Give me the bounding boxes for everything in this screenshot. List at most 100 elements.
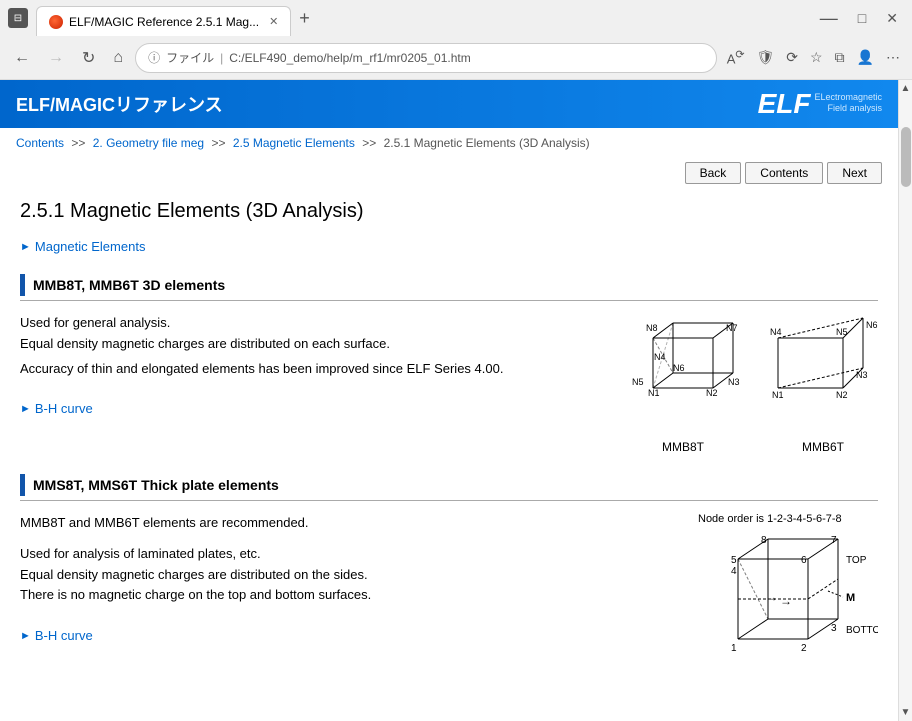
- logo-sub1: ELectromagnetic: [814, 92, 882, 103]
- logo-sub2: Field analysis: [814, 103, 882, 114]
- url-path: C:/ELF490_demo/help/m_rf1/mr0205_01.htm: [229, 51, 470, 65]
- section2-line2: Equal density magnetic charges are distr…: [20, 565, 678, 586]
- section1-diagram: N1 N2 N3 N4 N5 N6 N7 N8 MMB8T: [618, 313, 878, 454]
- new-tab-button[interactable]: +: [291, 8, 318, 29]
- svg-text:6: 6: [801, 555, 807, 566]
- svg-text:2: 2: [801, 643, 807, 654]
- section2-bh-link[interactable]: ► B-H curve: [20, 626, 678, 647]
- mms-diagram-svg: → → 1 2 3 4 5 6 7 8: [698, 529, 878, 689]
- top-label: TOP: [846, 555, 867, 566]
- scroll-up-button[interactable]: ▲: [901, 80, 911, 97]
- maximize-button[interactable]: □: [852, 10, 872, 26]
- breadcrumb-geometry[interactable]: 2. Geometry file meg: [93, 136, 204, 150]
- section1-line2: Equal density magnetic charges are distr…: [20, 334, 598, 355]
- breadcrumb-current: 2.5.1 Magnetic Elements (3D Analysis): [384, 136, 590, 150]
- menu-btn[interactable]: ⋯: [882, 45, 904, 70]
- forward-button[interactable]: →: [42, 45, 70, 71]
- svg-text:N4: N4: [654, 352, 666, 362]
- magnetic-elements-link[interactable]: ► Magnetic Elements: [20, 239, 878, 254]
- svg-text:N5: N5: [836, 327, 848, 337]
- scrollbar[interactable]: ▲ ▼: [898, 80, 912, 721]
- section1-line1: Used for general analysis.: [20, 313, 598, 334]
- svg-text:→: →: [780, 594, 792, 608]
- shield-btn[interactable]: 🛡: [752, 45, 778, 70]
- logo-text: ELF: [758, 88, 811, 120]
- tab-favicon: [49, 15, 63, 29]
- svg-text:8: 8: [761, 535, 767, 546]
- tab-close-button[interactable]: ✕: [269, 15, 278, 28]
- bottom-label: BOTTOM: [846, 625, 878, 636]
- collections-btn[interactable]: ⧉: [831, 45, 849, 70]
- svg-text:7: 7: [831, 535, 837, 546]
- next-page-button[interactable]: Next: [827, 162, 882, 184]
- section2-indicator: [20, 474, 25, 496]
- section2-bh-link-text: B-H curve: [35, 626, 93, 647]
- section2-bh-link-arrow: ►: [20, 628, 31, 646]
- svg-text:1: 1: [731, 643, 737, 654]
- section1-header: MMB8T, MMB6T 3D elements: [20, 274, 878, 301]
- font-btn[interactable]: A⟳: [723, 44, 749, 70]
- back-page-button[interactable]: Back: [685, 162, 742, 184]
- minimize-button[interactable]: —: [814, 8, 844, 29]
- url-bar[interactable]: ⓘ ファイル | C:/ELF490_demo/help/m_rf1/mr020…: [135, 43, 717, 73]
- breadcrumb-contents[interactable]: Contents: [16, 136, 64, 150]
- page-title: 2.5.1 Magnetic Elements (3D Analysis): [20, 200, 878, 223]
- mmb8t-svg: N1 N2 N3 N4 N5 N6 N7 N8: [618, 313, 748, 433]
- mmb6t-label: MMB6T: [768, 440, 878, 454]
- site-header: ELF/MAGICリファレンス ELF ELectromagnetic Fiel…: [0, 80, 898, 128]
- section2-text: MMB8T and MMB6T elements are recommended…: [20, 513, 678, 692]
- mmb6t-diagram: N1 N2 N3 N4 N6 N5 MMB6T: [768, 313, 878, 454]
- main-content: 2.5.1 Magnetic Elements (3D Analysis) ► …: [0, 192, 898, 721]
- back-button[interactable]: ←: [8, 45, 36, 71]
- svg-text:N1: N1: [772, 390, 784, 400]
- favorites-btn[interactable]: ☆: [806, 45, 827, 70]
- svg-text:→: →: [766, 590, 778, 604]
- section1-bh-link[interactable]: ► B-H curve: [20, 399, 598, 420]
- svg-text:N3: N3: [856, 370, 868, 380]
- refresh-btn2[interactable]: ⟳: [782, 45, 802, 70]
- breadcrumb-magnetic-elements[interactable]: 2.5 Magnetic Elements: [233, 136, 355, 150]
- window-controls: — □ ✕: [814, 8, 904, 29]
- tab-title: ELF/MAGIC Reference 2.5.1 Mag...: [69, 15, 259, 29]
- svg-text:5: 5: [731, 555, 737, 566]
- close-button[interactable]: ✕: [880, 10, 904, 27]
- browser-extra-buttons: A⟳ 🛡 ⟳ ☆ ⧉ 👤 ⋯: [723, 44, 904, 70]
- m-label: M: [846, 592, 855, 604]
- link-arrow-icon: ►: [20, 241, 31, 253]
- refresh-button[interactable]: ↻: [76, 44, 101, 72]
- url-file-label: ファイル: [166, 49, 214, 66]
- page-navigation: Back Contents Next: [0, 158, 898, 192]
- browser-tab[interactable]: ELF/MAGIC Reference 2.5.1 Mag... ✕: [36, 6, 291, 36]
- mmb8t-label: MMB8T: [618, 440, 748, 454]
- svg-text:N8: N8: [646, 323, 658, 333]
- section2-title: MMS8T, MMS6T Thick plate elements: [33, 477, 279, 493]
- section1-content: Used for general analysis. Equal density…: [20, 313, 878, 454]
- svg-text:N3: N3: [728, 377, 740, 387]
- svg-text:N6: N6: [866, 320, 878, 330]
- svg-text:N7: N7: [726, 323, 738, 333]
- mmb6t-svg: N1 N2 N3 N4 N6 N5: [768, 313, 878, 433]
- home-button[interactable]: ⌂: [107, 45, 129, 71]
- scroll-thumb[interactable]: [901, 127, 911, 187]
- section1-bh-link-text: B-H curve: [35, 399, 93, 420]
- section2-line3: There is no magnetic charge on the top a…: [20, 585, 678, 606]
- section1-text: Used for general analysis. Equal density…: [20, 313, 598, 454]
- section2-diagram: Node order is 1-2-3-4-5-6-7-8: [698, 513, 878, 692]
- svg-text:3: 3: [831, 623, 837, 634]
- contents-page-button[interactable]: Contents: [745, 162, 823, 184]
- mmb8t-diagram: N1 N2 N3 N4 N5 N6 N7 N8 MMB8T: [618, 313, 748, 454]
- scroll-down-button[interactable]: ▼: [901, 704, 911, 721]
- node-order-label: Node order is 1-2-3-4-5-6-7-8: [698, 513, 878, 525]
- site-logo: ELF ELectromagnetic Field analysis: [758, 88, 882, 120]
- svg-text:N2: N2: [836, 390, 848, 400]
- svg-text:N4: N4: [770, 327, 782, 337]
- section1-line3: Accuracy of thin and elongated elements …: [20, 359, 598, 380]
- info-icon: ⓘ: [148, 49, 160, 66]
- svg-text:N1: N1: [648, 388, 660, 398]
- section2-line1: Used for analysis of laminated plates, e…: [20, 544, 678, 565]
- section1-title: MMB8T, MMB6T 3D elements: [33, 277, 225, 293]
- svg-text:N6: N6: [673, 363, 685, 373]
- account-btn[interactable]: 👤: [853, 45, 878, 70]
- section2-content: MMB8T and MMB6T elements are recommended…: [20, 513, 878, 692]
- magnetic-elements-link-text: Magnetic Elements: [35, 239, 146, 254]
